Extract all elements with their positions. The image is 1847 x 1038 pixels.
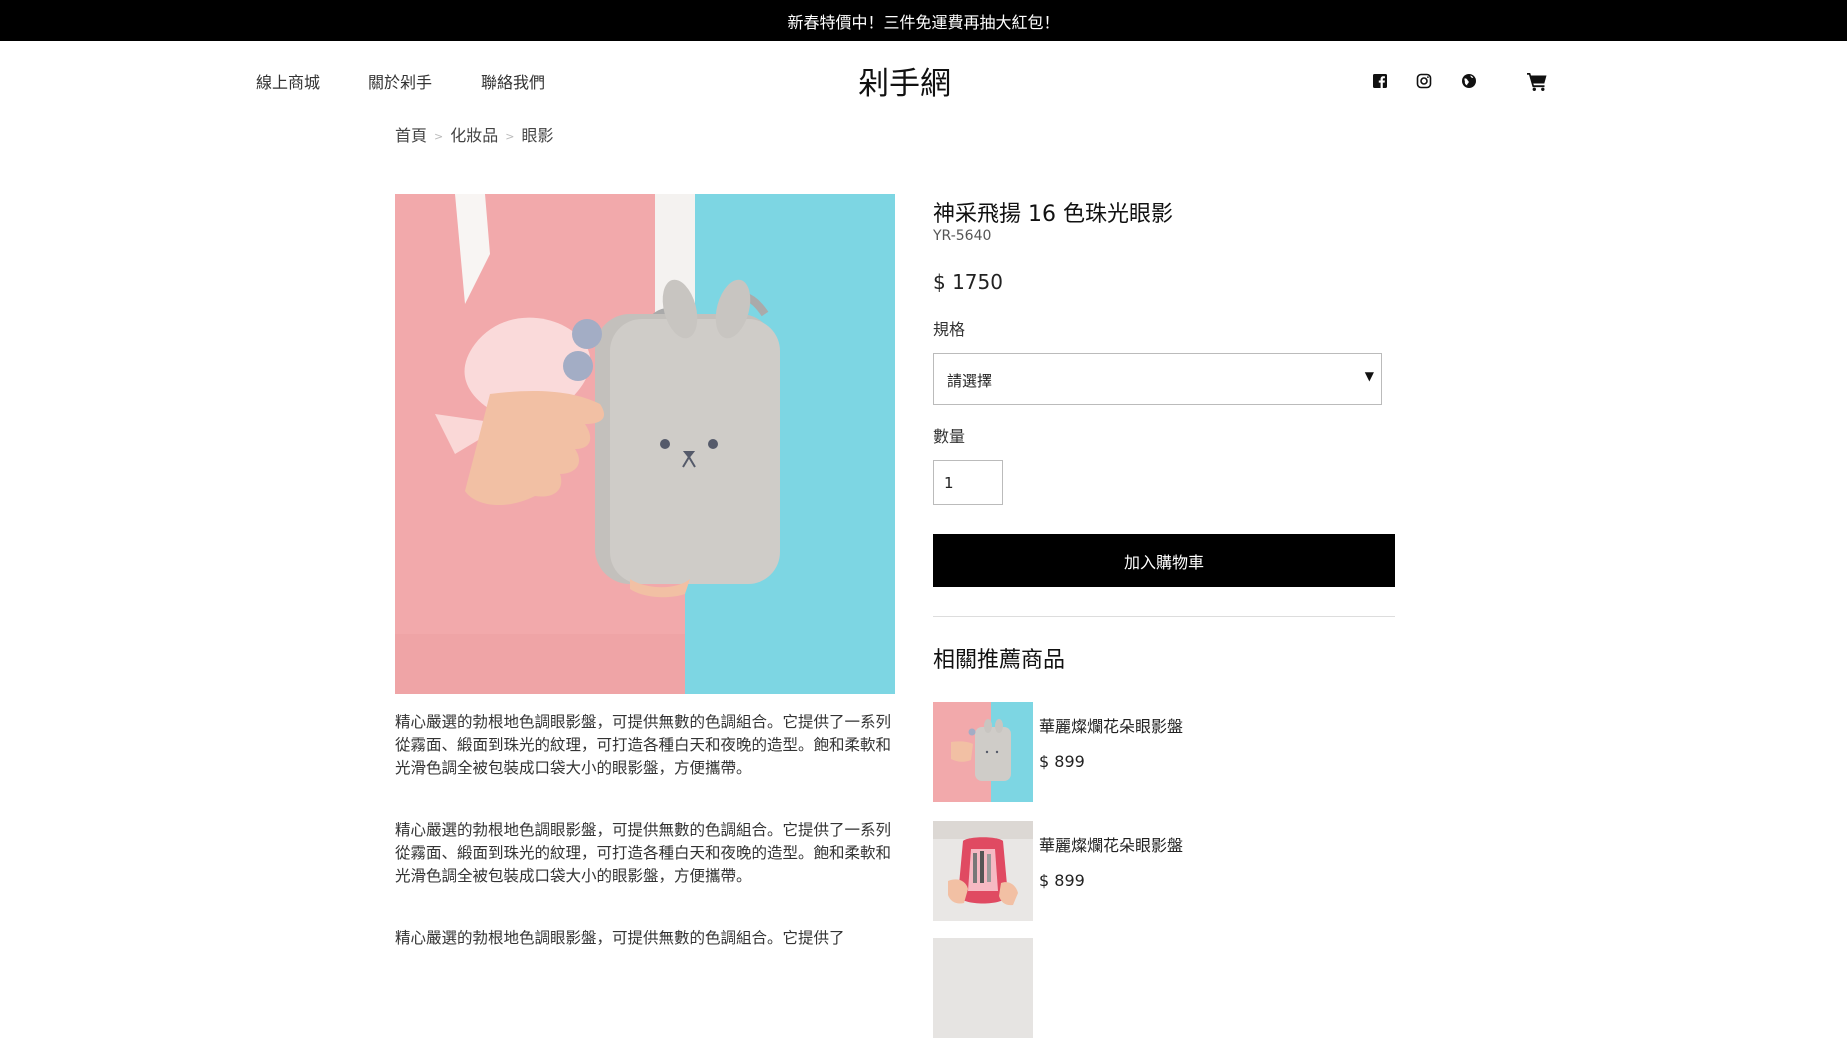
related-product-name[interactable]: 華麗燦爛花朵眼影盤 [1039,713,1183,737]
globe-icon[interactable] [1461,73,1477,89]
breadcrumb-home[interactable]: 首頁 [395,126,427,145]
product-sku: YR-5640 [933,228,992,244]
nav-contact-link[interactable]: 聯絡我們 [481,69,545,93]
product-price: $ 1750 [933,270,1003,294]
variant-label: 規格 [933,320,966,339]
related-products-heading: 相關推薦商品 [933,648,1066,673]
breadcrumb-separator: > [434,130,444,143]
quantity-input[interactable] [933,460,1003,505]
related-product-thumbnail[interactable] [933,702,1033,802]
product-description: 精心嚴選的勃根地色調眼影盤，可提供無數的色調組合。它提供了一系列從霧面、緞面到珠… [395,821,892,885]
related-product-thumbnail[interactable] [933,938,1033,1038]
site-logo[interactable]: 剁手網 [858,58,951,103]
related-product-item[interactable]: 華麗燦爛花朵眼影盤 $ 899 [933,821,1395,921]
cart-icon[interactable] [1526,70,1548,92]
breadcrumb: 首頁 > 化妝品 > 眼影 [395,122,553,146]
product-image [395,194,895,694]
related-product-price: $ 899 [1039,871,1085,890]
product-description: 精心嚴選的勃根地色調眼影盤，可提供無數的色調組合。它提供了 [395,929,845,947]
related-product-item[interactable] [933,938,1395,1038]
related-product-item[interactable]: 華麗燦爛花朵眼影盤 $ 899 [933,702,1395,802]
variant-select[interactable]: 請選擇 ▼ [933,353,1382,405]
promo-bar: 新春特價中！三件免運費再抽大紅包！ [0,0,1847,41]
instagram-icon[interactable] [1416,73,1432,89]
promo-text: 新春特價中！三件免運費再抽大紅包！ [787,12,1060,32]
nav-shop-link[interactable]: 線上商城 [256,69,320,93]
related-product-name[interactable]: 華麗燦爛花朵眼影盤 [1039,832,1183,856]
nav-about-link[interactable]: 關於剁手 [368,69,432,93]
product-description: 精心嚴選的勃根地色調眼影盤，可提供無數的色調組合。它提供了一系列從霧面、緞面到珠… [395,713,892,777]
quantity-label: 數量 [933,427,966,446]
breadcrumb-separator: > [505,130,515,143]
breadcrumb-category[interactable]: 化妝品 [450,126,498,145]
variant-select-value: 請選擇 [947,372,993,390]
related-product-price: $ 899 [1039,752,1085,771]
divider [933,616,1395,617]
facebook-icon[interactable] [1372,73,1388,89]
related-product-thumbnail[interactable] [933,821,1033,921]
breadcrumb-current: 眼影 [521,126,554,145]
product-title: 神采飛揚 16 色珠光眼影 [933,202,1173,227]
add-to-cart-button[interactable]: 加入購物車 [933,534,1395,587]
chevron-down-icon: ▼ [1364,369,1374,383]
